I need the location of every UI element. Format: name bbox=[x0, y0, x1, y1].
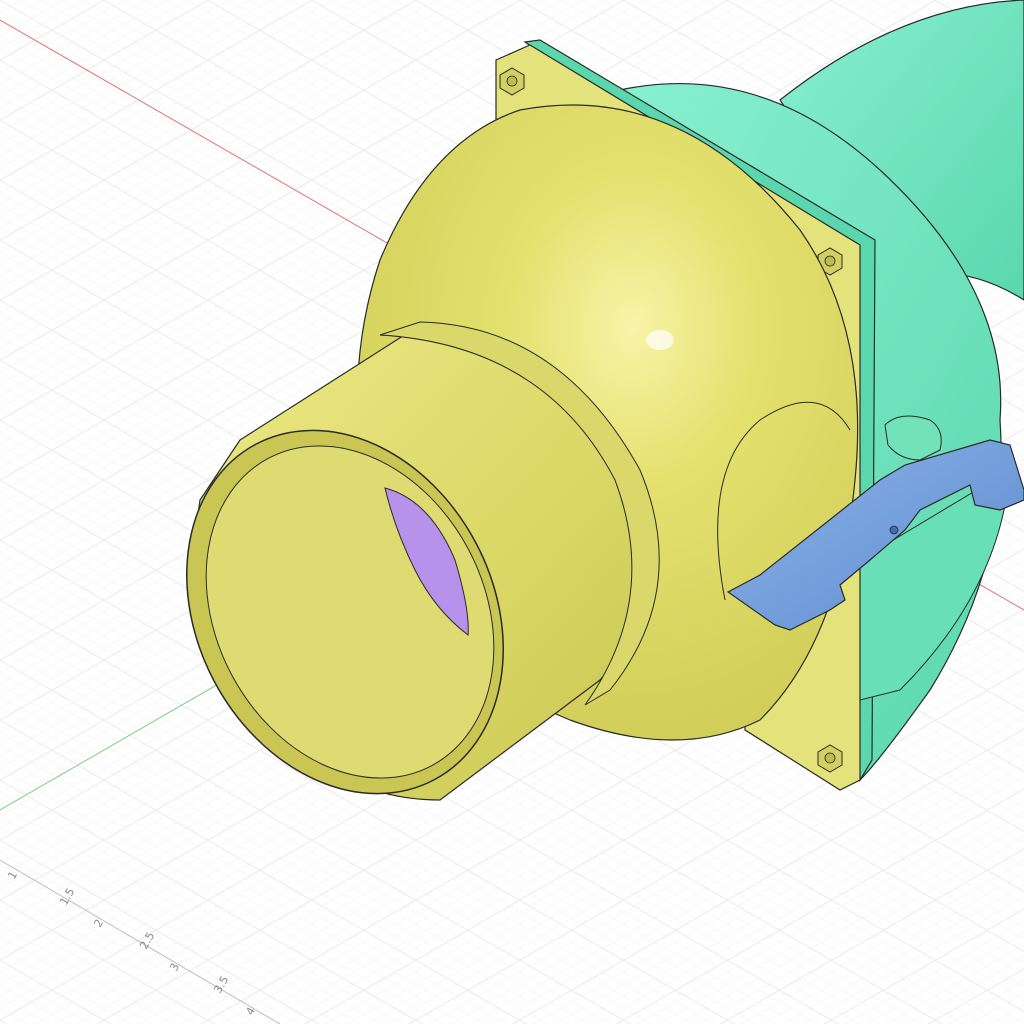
model-scene[interactable]: 1 1.5 2 2.5 3 3.5 4 bbox=[0, 0, 1024, 1024]
3d-viewport[interactable]: 1 1.5 2 2.5 3 3.5 4 bbox=[0, 0, 1024, 1024]
